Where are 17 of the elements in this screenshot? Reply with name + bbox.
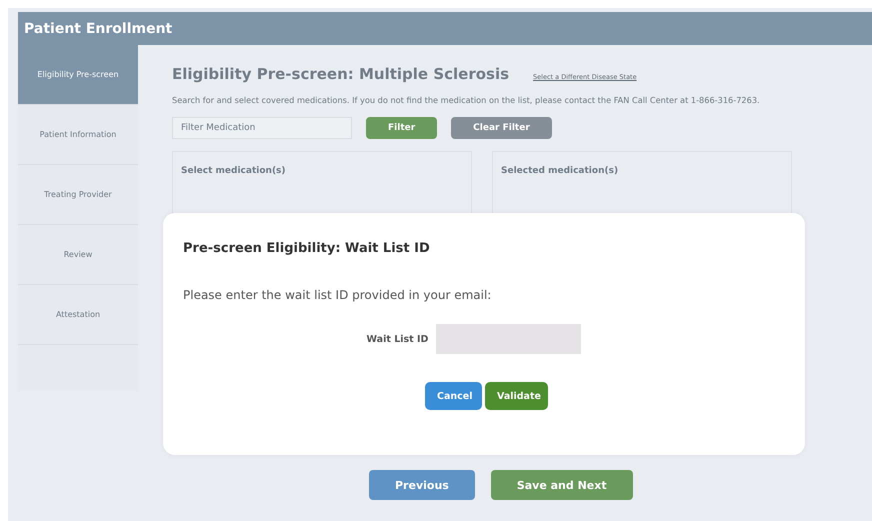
dialog-title: Pre-screen Eligibility: Wait List ID [183, 241, 431, 256]
header-bar: Patient Enrollment [18, 12, 872, 45]
field-label: Wait List ID [366, 334, 428, 344]
wait-list-id-field[interactable] [436, 324, 582, 354]
panel-heading: Selected medication(s) [501, 166, 618, 176]
instruction-text: Search for and select covered medications. If you do not find the medication on the list, please contact the FAN Call Center at 1-866-316-7263. [172, 95, 761, 105]
sidebar-item[interactable]: Eligibility Pre-screen [18, 45, 138, 105]
nav-button[interactable]: Save and Next [490, 470, 633, 500]
filter-field[interactable]: Filter Medication [172, 117, 352, 139]
page-title: Eligibility Pre-screen: Multiple Sclerosis [172, 65, 510, 83]
dialog-message: Please enter the wait list ID provided in your email: [183, 288, 492, 302]
filter-button[interactable]: Filter [366, 117, 438, 139]
dialog-button[interactable]: Validate [485, 382, 548, 410]
dialog-button[interactable]: Cancel [425, 382, 482, 410]
nav-button[interactable]: Previous [369, 470, 475, 500]
filter-button[interactable]: Clear Filter [451, 117, 552, 139]
panel-heading: Select medication(s) [181, 166, 286, 176]
